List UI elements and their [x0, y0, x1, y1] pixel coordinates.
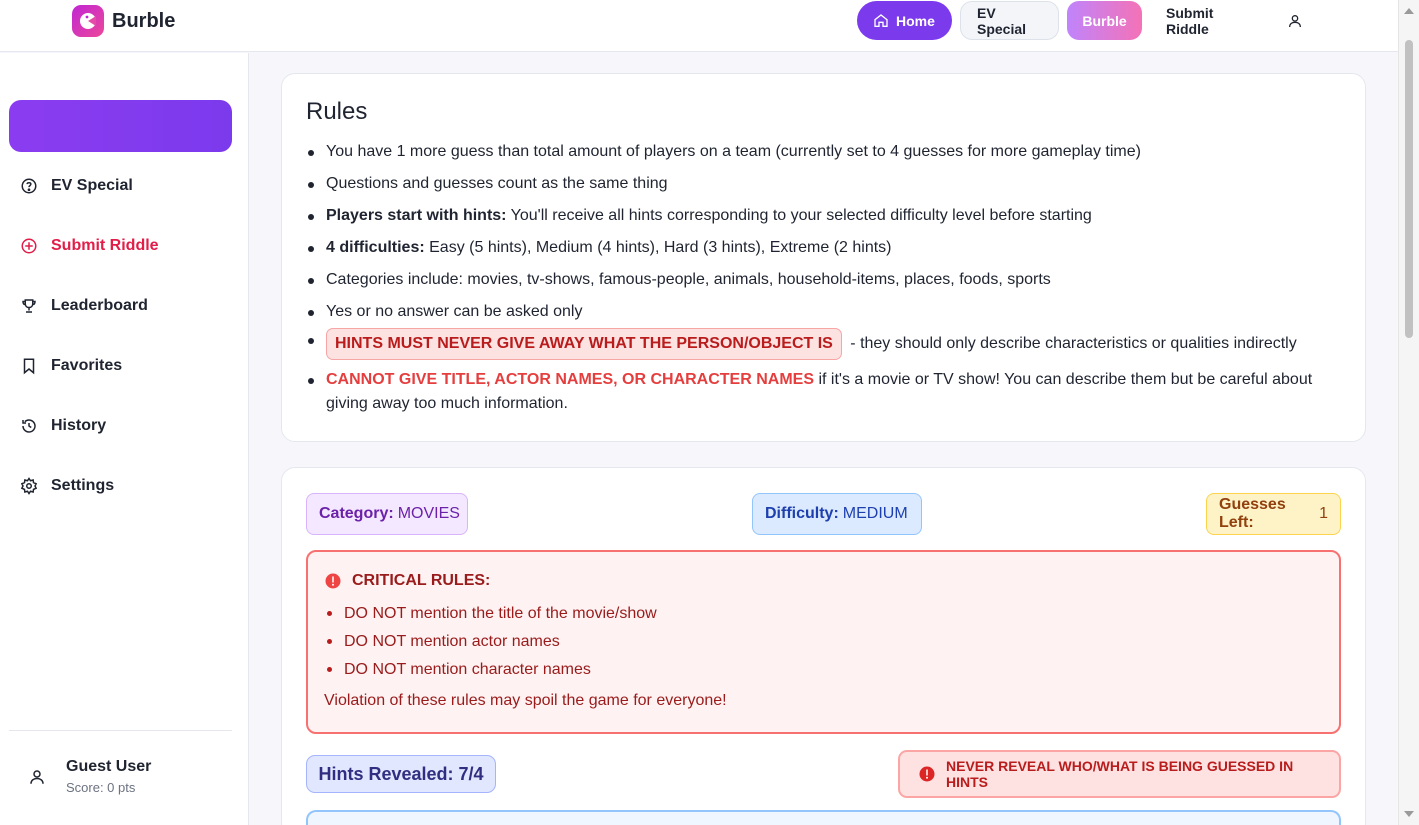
- rule-item: 4 difficulties: Easy (5 hints), Medium (…: [306, 236, 1341, 260]
- sidebar-item-label: EV Special: [51, 177, 133, 194]
- sidebar-item-label: Submit Riddle: [51, 237, 159, 254]
- critical-rules-header: CRITICAL RULES:: [324, 572, 1323, 590]
- scroll-up-arrow-icon[interactable]: [1404, 8, 1414, 14]
- nav-ev-special-label: EV Special: [977, 4, 1027, 37]
- hints-revealed-badge: Hints Revealed: 7/4: [306, 755, 496, 793]
- user-name: Guest User: [66, 758, 152, 775]
- nav-user-button[interactable]: [1278, 1, 1312, 40]
- game-card: Category: MOVIES Difficulty: MEDIUM Gues…: [281, 467, 1366, 825]
- sidebar-item-label: Leaderboard: [51, 297, 148, 314]
- sidebar-divider: [9, 730, 232, 731]
- rule-text: - they should only describe characterist…: [845, 335, 1297, 352]
- sidebar-item-history[interactable]: History: [20, 414, 106, 438]
- critical-rule-item: DO NOT mention the title of the movie/sh…: [324, 604, 1323, 624]
- rule-text: You'll receive all hints corresponding t…: [506, 207, 1092, 224]
- hints-panel: [306, 810, 1341, 825]
- user-icon: [30, 769, 44, 784]
- guesses-value: 1: [1319, 505, 1328, 522]
- rule-item: CANNOT GIVE TITLE, ACTOR NAMES, OR CHARA…: [306, 368, 1341, 416]
- question-circle-icon: [21, 178, 37, 194]
- user-profile[interactable]: Guest User Score: 0 pts: [28, 758, 151, 795]
- bookmark-icon: [23, 358, 35, 375]
- never-reveal-text: NEVER REVEAL WHO/WHAT IS BEING GUESSED I…: [946, 758, 1294, 790]
- guesses-label: Guesses Left:: [1219, 496, 1286, 531]
- history-icon: [22, 419, 36, 433]
- sidebar-item-ev-special[interactable]: EV Special: [20, 174, 133, 198]
- alert-circle-icon: [919, 766, 935, 782]
- category-badge: Category: MOVIES: [306, 493, 468, 535]
- rule-item: HINTS MUST NEVER GIVE AWAY WHAT THE PERS…: [306, 328, 1341, 360]
- critical-rules-footer: Violation of these rules may spoil the g…: [324, 692, 727, 709]
- main-nav: Home EV Special Burble Submit Riddle: [857, 1, 1312, 40]
- nav-burble-label: Burble: [1082, 12, 1127, 29]
- critical-rules-list: DO NOT mention the title of the movie/sh…: [324, 604, 1323, 680]
- sidebar-item-favorites[interactable]: Favorites: [20, 354, 122, 378]
- nav-home-button[interactable]: Home: [857, 1, 952, 40]
- gear-icon: [20, 477, 38, 495]
- difficulty-label: Difficulty:: [765, 505, 839, 522]
- sidebar-item-label: Favorites: [51, 357, 123, 374]
- user-score: Score: 0 pts: [66, 780, 136, 795]
- rules-title: Rules: [306, 98, 368, 125]
- nav-home-label: Home: [896, 12, 935, 29]
- sidebar: EV Special Submit Riddle Leaderboard Fav…: [0, 53, 249, 825]
- rule-item: Yes or no answer can be asked only: [306, 300, 1341, 324]
- category-value: MOVIES: [397, 505, 460, 522]
- rule-warning-highlight: HINTS MUST NEVER GIVE AWAY WHAT THE PERS…: [326, 328, 842, 360]
- sidebar-item-label: Settings: [51, 477, 115, 494]
- nav-submit-riddle-button[interactable]: Submit Riddle: [1150, 1, 1270, 40]
- top-navbar: Burble Home EV Special Burble Submit Rid…: [0, 0, 1398, 52]
- critical-rules-title: CRITICAL RULES:: [352, 572, 491, 589]
- rule-bold: 4 difficulties:: [326, 239, 425, 256]
- scroll-down-arrow-icon[interactable]: [1404, 811, 1414, 817]
- trophy-icon: [22, 299, 36, 313]
- scrollbar-thumb[interactable]: [1405, 40, 1413, 338]
- rule-bold: Players start with hints:: [326, 207, 507, 224]
- nav-submit-riddle-label: Submit Riddle: [1166, 4, 1214, 37]
- logo-icon: [72, 5, 104, 37]
- home-icon: [874, 13, 888, 27]
- nav-burble-button[interactable]: Burble: [1067, 1, 1142, 40]
- difficulty-badge: Difficulty: MEDIUM: [752, 493, 922, 535]
- guesses-left-badge: Guesses Left: 1: [1206, 493, 1341, 535]
- rules-list: You have 1 more guess than total amount …: [306, 140, 1341, 416]
- rule-red-warning: CANNOT GIVE TITLE, ACTOR NAMES, OR CHARA…: [326, 371, 815, 388]
- category-label: Category:: [319, 505, 394, 522]
- sidebar-primary-button[interactable]: [9, 100, 232, 152]
- sidebar-item-settings[interactable]: Settings: [20, 474, 114, 498]
- alert-circle-icon: [325, 573, 341, 589]
- rule-item: Categories include: movies, tv-shows, fa…: [306, 268, 1341, 292]
- rule-text: Easy (5 hints), Medium (4 hints), Hard (…: [424, 239, 892, 256]
- critical-rules-box: CRITICAL RULES: DO NOT mention the title…: [306, 550, 1341, 734]
- never-reveal-warning: NEVER REVEAL WHO/WHAT IS BEING GUESSED I…: [898, 750, 1341, 798]
- plus-circle-icon: [21, 238, 37, 254]
- critical-rule-item: DO NOT mention character names: [324, 660, 1323, 680]
- nav-ev-special-button[interactable]: EV Special: [960, 1, 1059, 40]
- rules-card: Rules You have 1 more guess than total a…: [281, 73, 1366, 442]
- user-icon: [1289, 14, 1301, 27]
- brand-logo[interactable]: Burble: [72, 5, 175, 37]
- sidebar-item-label: History: [51, 417, 107, 434]
- app-name: Burble: [112, 9, 176, 32]
- rule-item: You have 1 more guess than total amount …: [306, 140, 1341, 164]
- sidebar-item-leaderboard[interactable]: Leaderboard: [20, 294, 148, 318]
- page-scrollbar[interactable]: [1398, 0, 1419, 825]
- rule-item: Players start with hints: You'll receive…: [306, 204, 1341, 228]
- sidebar-item-submit-riddle[interactable]: Submit Riddle: [20, 234, 159, 258]
- difficulty-value: MEDIUM: [842, 505, 908, 522]
- rule-item: Questions and guesses count as the same …: [306, 172, 1341, 196]
- critical-rule-item: DO NOT mention actor names: [324, 632, 1323, 652]
